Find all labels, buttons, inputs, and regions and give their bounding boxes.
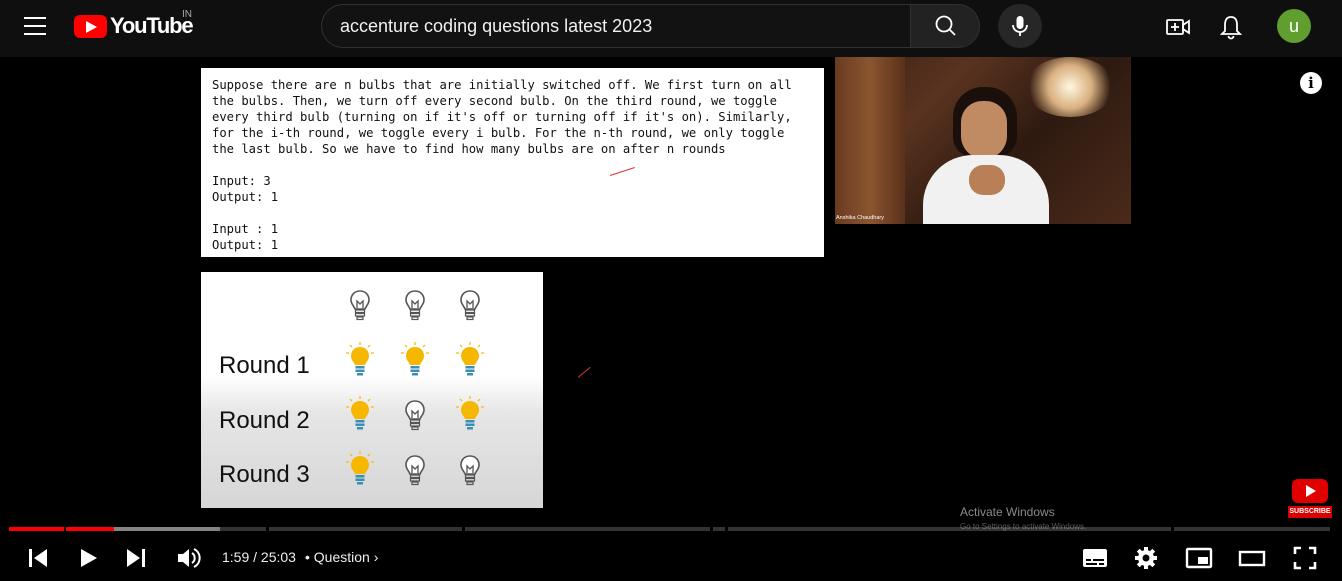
problem-line: for the i-th round, we toggle every i bu…	[212, 126, 785, 140]
bulb-off-icon	[405, 455, 425, 486]
play-button[interactable]	[68, 538, 108, 578]
presenter-name: Anshika Chaudhary	[836, 215, 885, 221]
country-code: IN	[182, 9, 192, 20]
video-player[interactable]: Suppose there are n bulbs that are initi…	[0, 57, 1342, 581]
chevron-right-icon: ›	[373, 549, 379, 565]
chapter-segment[interactable]	[1174, 527, 1330, 531]
time-display: 1:59 / 25:03	[222, 549, 296, 565]
bulb-rounds-slide: Round 1 Round 2 Round 3	[201, 272, 543, 508]
previous-button[interactable]	[18, 538, 58, 578]
presenter-webcam	[835, 57, 1131, 224]
youtube-logo[interactable]: YouTube	[74, 13, 194, 38]
bulb-off-icon	[460, 455, 480, 486]
subtitles-button[interactable]	[1075, 538, 1115, 578]
miniplayer-button[interactable]	[1179, 538, 1219, 578]
miniplayer-icon	[1185, 547, 1213, 569]
masthead: YouTube IN u	[0, 0, 1342, 57]
play-icon	[81, 549, 97, 567]
bulb-off-icon	[350, 290, 370, 321]
example1-output: Output: 1	[212, 190, 279, 204]
chapter-segment[interactable]	[728, 527, 1171, 531]
search-box	[321, 4, 911, 48]
theater-mode-button[interactable]	[1232, 538, 1272, 578]
bulb-on-icon	[456, 342, 484, 376]
menu-icon[interactable]	[24, 17, 46, 35]
logo-text: YouTube	[110, 13, 194, 38]
bulb-on-icon	[346, 342, 374, 376]
bulb-off-icon	[405, 290, 425, 321]
volume-icon	[178, 548, 201, 568]
chapter-segment[interactable]	[269, 527, 462, 531]
progress-bar[interactable]	[9, 527, 1330, 531]
info-icon[interactable]: i	[1300, 72, 1322, 94]
video-camera-plus-icon	[1166, 19, 1190, 35]
bulb-off-icon	[460, 290, 480, 321]
round-label: Round 2	[219, 407, 310, 434]
next-icon	[127, 549, 145, 567]
bulb-on-icon	[346, 396, 374, 430]
fullscreen-icon	[1293, 546, 1317, 570]
chapter-segment[interactable]	[713, 527, 725, 531]
subtitles-icon	[1083, 549, 1107, 567]
account-avatar[interactable]: u	[1277, 9, 1311, 43]
chapter-title-button[interactable]: • Question ›	[305, 549, 378, 565]
problem-statement-panel: Suppose there are n bulbs that are initi…	[201, 68, 824, 257]
problem-line: the bulbs. Then, we turn off every secon…	[212, 94, 777, 108]
player-controls: 1:59 / 25:03 • Question ›	[0, 538, 1342, 578]
search-input[interactable]	[340, 5, 900, 47]
pen-stroke	[577, 366, 591, 378]
bulb-on-icon	[401, 342, 429, 376]
chapter-segment[interactable]	[9, 527, 64, 531]
problem-line: every third bulb (turning on if it's off…	[212, 110, 792, 124]
subscribe-watermark-label[interactable]: SUBSCRIBE	[1288, 506, 1332, 518]
bell-icon	[1219, 16, 1243, 40]
microphone-icon	[1012, 16, 1028, 36]
voice-search-button[interactable]	[998, 4, 1042, 48]
theater-mode-icon	[1238, 550, 1266, 567]
search-icon	[935, 15, 956, 36]
problem-line: the last bulb. So we have to find how ma…	[212, 142, 726, 156]
chapter-segment[interactable]	[465, 527, 710, 531]
bulb-off-icon	[405, 400, 425, 431]
bulb-on-icon	[346, 451, 374, 485]
example1-input: Input: 3	[212, 174, 271, 188]
round-label: Round 1	[219, 352, 310, 379]
create-video-button[interactable]	[1163, 12, 1193, 42]
settings-button[interactable]	[1126, 538, 1166, 578]
notifications-button[interactable]	[1216, 12, 1246, 42]
previous-icon	[29, 549, 47, 567]
subscribe-watermark-icon[interactable]	[1292, 479, 1328, 503]
activate-windows-title: Activate Windows	[960, 505, 1055, 519]
chapter-segment[interactable]	[66, 527, 266, 531]
volume-button[interactable]	[168, 538, 208, 578]
example2-output: Output: 1	[212, 238, 279, 252]
bulb-on-icon	[456, 396, 484, 430]
next-button[interactable]	[116, 538, 156, 578]
round-label: Round 3	[219, 461, 310, 488]
youtube-play-icon	[74, 14, 107, 38]
fullscreen-button[interactable]	[1285, 538, 1325, 578]
search-button[interactable]	[910, 4, 980, 48]
problem-line: Suppose there are n bulbs that are initi…	[212, 78, 792, 92]
example2-input: Input : 1	[212, 222, 279, 236]
chapter-title: Question	[313, 549, 370, 565]
gear-icon	[1135, 547, 1157, 569]
